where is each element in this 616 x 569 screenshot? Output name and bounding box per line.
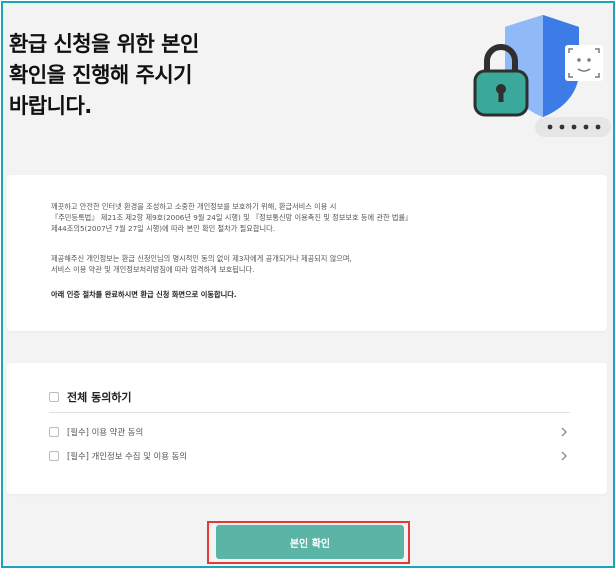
agree-all-label: 전체 동의하기	[67, 391, 132, 404]
term-label: [필수] 이용 약관 동의	[67, 427, 144, 437]
security-illustration	[473, 15, 611, 137]
divider	[49, 412, 570, 413]
checkbox-icon[interactable]	[49, 392, 59, 402]
terms-of-service-row[interactable]: [필수] 이용 약관 동의	[49, 426, 570, 438]
verify-identity-button[interactable]: 본인 확인	[216, 525, 404, 559]
term-label: [필수] 개인정보 수집 및 이용 동의	[67, 451, 188, 461]
page-heading: 환급 신청을 위한 본인 확인을 진행해 주시기 바랍니다.	[9, 32, 199, 118]
notice-paragraph: 깨끗하고 안전한 인터넷 환경을 조성하고 소중한 개인정보를 보호하기 위해,…	[51, 202, 413, 233]
password-dots-icon	[535, 117, 611, 137]
checkbox-icon[interactable]	[49, 451, 59, 461]
chevron-right-icon[interactable]	[558, 426, 570, 438]
notice-next-step: 아래 인증 절차를 완료하시면 환급 신청 화면으로 이동합니다.	[51, 290, 237, 299]
chevron-right-icon[interactable]	[558, 450, 570, 462]
notice-paragraph: 제공해주신 개인정보는 환급 신청인님의 명시적인 동의 없이 제3자에게 공개…	[51, 254, 352, 274]
checkbox-icon[interactable]	[49, 427, 59, 437]
page-frame: 환급 신청을 위한 본인 확인을 진행해 주시기 바랍니다. 깨끗하고 안전한 …	[1, 1, 615, 568]
identity-notice-card: 깨끗하고 안전한 인터넷 환경을 조성하고 소중한 개인정보를 보호하기 위해,…	[7, 175, 607, 331]
privacy-consent-row[interactable]: [필수] 개인정보 수집 및 이용 동의	[49, 450, 570, 462]
agreement-card: 전체 동의하기 [필수] 이용 약관 동의 [필수] 개인정보 수집 및 이용 …	[7, 363, 607, 494]
agree-all-row[interactable]: 전체 동의하기	[49, 389, 132, 405]
face-scan-icon	[565, 45, 603, 81]
